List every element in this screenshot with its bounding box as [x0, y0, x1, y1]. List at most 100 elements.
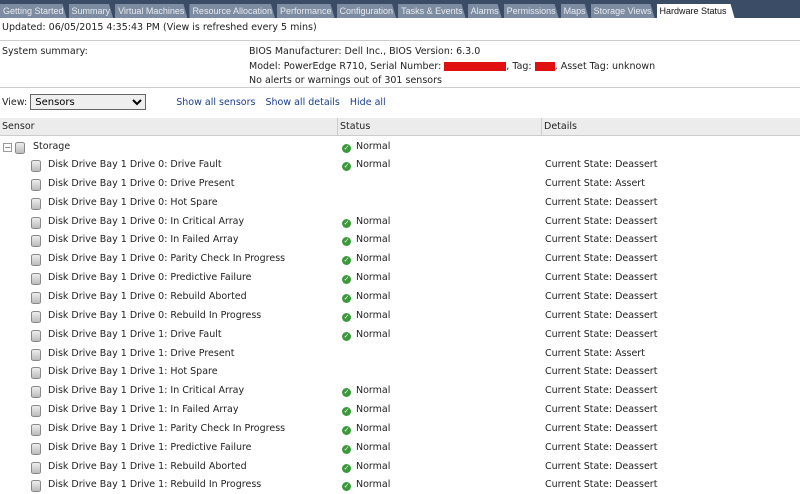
check-icon: ✓: [342, 275, 351, 285]
tab-hardware-status[interactable]: Hardware Status: [657, 4, 735, 18]
sensor-name: Disk Drive Bay 1 Drive 0: Rebuild In Pro…: [48, 309, 262, 321]
table-row[interactable]: Disk Drive Bay 1 Drive 0: Hot Spare Curre…: [0, 194, 800, 212]
sensor-details: Current State: Deassert: [545, 385, 658, 397]
check-icon: ✓: [342, 218, 351, 228]
disk-drive-icon: [31, 254, 41, 267]
sensor-name: Disk Drive Bay 1 Drive 0: Hot Spare: [48, 196, 218, 208]
disk-drive-icon: [31, 461, 41, 474]
sensor-details: Current State: Deassert: [545, 366, 658, 378]
check-icon: ✓: [342, 388, 351, 398]
tab-maps[interactable]: Maps: [561, 4, 589, 18]
group-name: Storage: [33, 141, 71, 152]
table-row[interactable]: Disk Drive Bay 1 Drive 1: Rebuild In Pro…: [0, 476, 800, 494]
table-row[interactable]: Disk Drive Bay 1 Drive 1: Rebuild Aborte…: [0, 458, 800, 476]
sensor-status: ✓ Normal: [342, 326, 390, 344]
group-row-storage[interactable]: − Storage ✓ Normal: [0, 138, 800, 156]
table-row[interactable]: Disk Drive Bay 1 Drive 1: Drive Present C…: [0, 345, 800, 363]
sensor-status: ✓ Normal: [342, 213, 390, 231]
table-row[interactable]: Disk Drive Bay 1 Drive 0: Parity Check I…: [0, 250, 800, 268]
table-row[interactable]: Disk Drive Bay 1 Drive 1: Hot Spare Curre…: [0, 363, 800, 381]
table-row[interactable]: Disk Drive Bay 1 Drive 1: Parity Check I…: [0, 420, 800, 438]
sensor-status: ✓ Normal: [342, 288, 390, 306]
view-select[interactable]: Sensors: [30, 94, 147, 110]
check-icon: ✓: [342, 331, 351, 341]
sensor-name: Disk Drive Bay 1 Drive 1: Predictive Fai…: [48, 441, 252, 453]
disk-drive-icon: [31, 235, 41, 248]
tab-tasks-events[interactable]: Tasks & Events: [398, 4, 466, 18]
sensor-name: Disk Drive Bay 1 Drive 1: In Failed Arra…: [48, 404, 239, 416]
sensor-details: Current State: Deassert: [545, 272, 658, 284]
sensor-status: ✓ Normal: [342, 307, 390, 325]
sensor-details: Current State: Deassert: [545, 328, 658, 340]
table-header: Sensor Status Details: [0, 118, 800, 136]
disk-drive-icon: [31, 386, 41, 399]
table-row[interactable]: Disk Drive Bay 1 Drive 1: Predictive Fai…: [0, 439, 800, 457]
tab-configuration[interactable]: Configuration: [337, 4, 397, 18]
show-all-sensors-link[interactable]: Show all sensors: [176, 97, 255, 108]
table-row[interactable]: Disk Drive Bay 1 Drive 0: Predictive Fai…: [0, 269, 800, 287]
check-icon: ✓: [342, 482, 351, 492]
status-text: Normal: [356, 290, 391, 302]
table-row[interactable]: Disk Drive Bay 1 Drive 1: In Failed Arra…: [0, 401, 800, 419]
table-row[interactable]: Disk Drive Bay 1 Drive 0: In Failed Arra…: [0, 231, 800, 249]
table-row[interactable]: Disk Drive Bay 1 Drive 0: Rebuild In Pro…: [0, 307, 800, 325]
disk-drive-icon: [31, 178, 41, 191]
sensor-details: Current State: Deassert: [545, 479, 658, 491]
column-status[interactable]: Status: [338, 118, 542, 136]
sensor-name: Disk Drive Bay 1 Drive 0: Rebuild Aborte…: [48, 290, 247, 302]
sensor-details: Current State: Deassert: [545, 253, 658, 265]
tab-virtual-machines[interactable]: Virtual Machines: [115, 4, 187, 18]
view-row: View: Sensors Show all sensors Show all …: [2, 94, 386, 110]
sensor-name: Disk Drive Bay 1 Drive 1: Hot Spare: [48, 366, 218, 378]
sensor-details: Current State: Deassert: [545, 422, 658, 434]
table-row[interactable]: Disk Drive Bay 1 Drive 0: Drive Present C…: [0, 175, 800, 193]
status-text: Normal: [356, 328, 391, 340]
table-row[interactable]: Disk Drive Bay 1 Drive 0: In Critical Ar…: [0, 213, 800, 231]
tab-summary[interactable]: Summary: [69, 4, 114, 18]
updated-timestamp: Updated: 06/05/2015 4:35:43 PM (View is …: [2, 22, 317, 33]
hide-all-link[interactable]: Hide all: [350, 97, 386, 108]
tab-storage-views[interactable]: Storage Views: [591, 4, 655, 18]
tab-getting-started[interactable]: Getting Started: [0, 4, 67, 18]
table-row[interactable]: Disk Drive Bay 1 Drive 0: Rebuild Aborte…: [0, 288, 800, 306]
check-icon: ✓: [342, 312, 351, 322]
column-sensor[interactable]: Sensor: [0, 118, 338, 136]
tab-alarms[interactable]: Alarms: [468, 4, 502, 18]
sensor-name: Disk Drive Bay 1 Drive 0: Predictive Fai…: [48, 272, 252, 284]
disk-drive-icon: [31, 367, 41, 380]
status-text: Normal: [356, 159, 391, 170]
tab-permissions[interactable]: Permissions: [504, 4, 559, 18]
collapse-icon[interactable]: −: [3, 143, 12, 152]
disk-drive-icon: [31, 329, 41, 342]
column-details[interactable]: Details: [542, 118, 800, 136]
status-text: Normal: [356, 272, 391, 284]
tab-resource-allocation[interactable]: Resource Allocation: [189, 4, 275, 18]
sensor-name: Disk Drive Bay 1 Drive 0: In Critical Ar…: [48, 215, 245, 227]
check-icon: ✓: [342, 444, 351, 454]
disk-drive-icon: [31, 216, 41, 229]
table-row[interactable]: Disk Drive Bay 1 Drive 0: Drive Fault ✓ No…: [0, 156, 800, 174]
table-row[interactable]: Disk Drive Bay 1 Drive 1: In Critical Ar…: [0, 382, 800, 400]
sensor-details: Current State: Deassert: [545, 404, 658, 416]
model-text: Model: PowerEdge R710, Serial Number:: [249, 60, 442, 72]
disk-drive-icon: [31, 273, 41, 286]
sensor-details: Current State: Assert: [545, 177, 645, 189]
check-icon: ✓: [342, 162, 351, 171]
status-text: Normal: [356, 422, 391, 434]
sensor-status: ✓ Normal: [342, 250, 390, 268]
status-text: Normal: [356, 309, 391, 321]
check-icon: ✓: [342, 144, 351, 153]
sensor-details: Current State: Deassert: [545, 159, 658, 170]
sensor-status: ✓ Normal: [342, 420, 390, 438]
sensor-name: Disk Drive Bay 1 Drive 1: Rebuild In Pro…: [48, 479, 262, 491]
tag-label: , Tag:: [506, 60, 532, 72]
check-icon: ✓: [342, 463, 351, 473]
status-text: Normal: [356, 404, 391, 416]
tab-performance[interactable]: Performance: [277, 4, 335, 18]
show-all-details-link[interactable]: Show all details: [265, 97, 339, 108]
table-row[interactable]: Disk Drive Bay 1 Drive 1: Drive Fault ✓ No…: [0, 326, 800, 344]
sensor-details: Current State: Deassert: [545, 234, 658, 246]
sensor-details: Current State: Deassert: [545, 290, 658, 302]
sensor-details: Current State: Deassert: [545, 460, 658, 472]
disk-drive-icon: [31, 348, 41, 361]
